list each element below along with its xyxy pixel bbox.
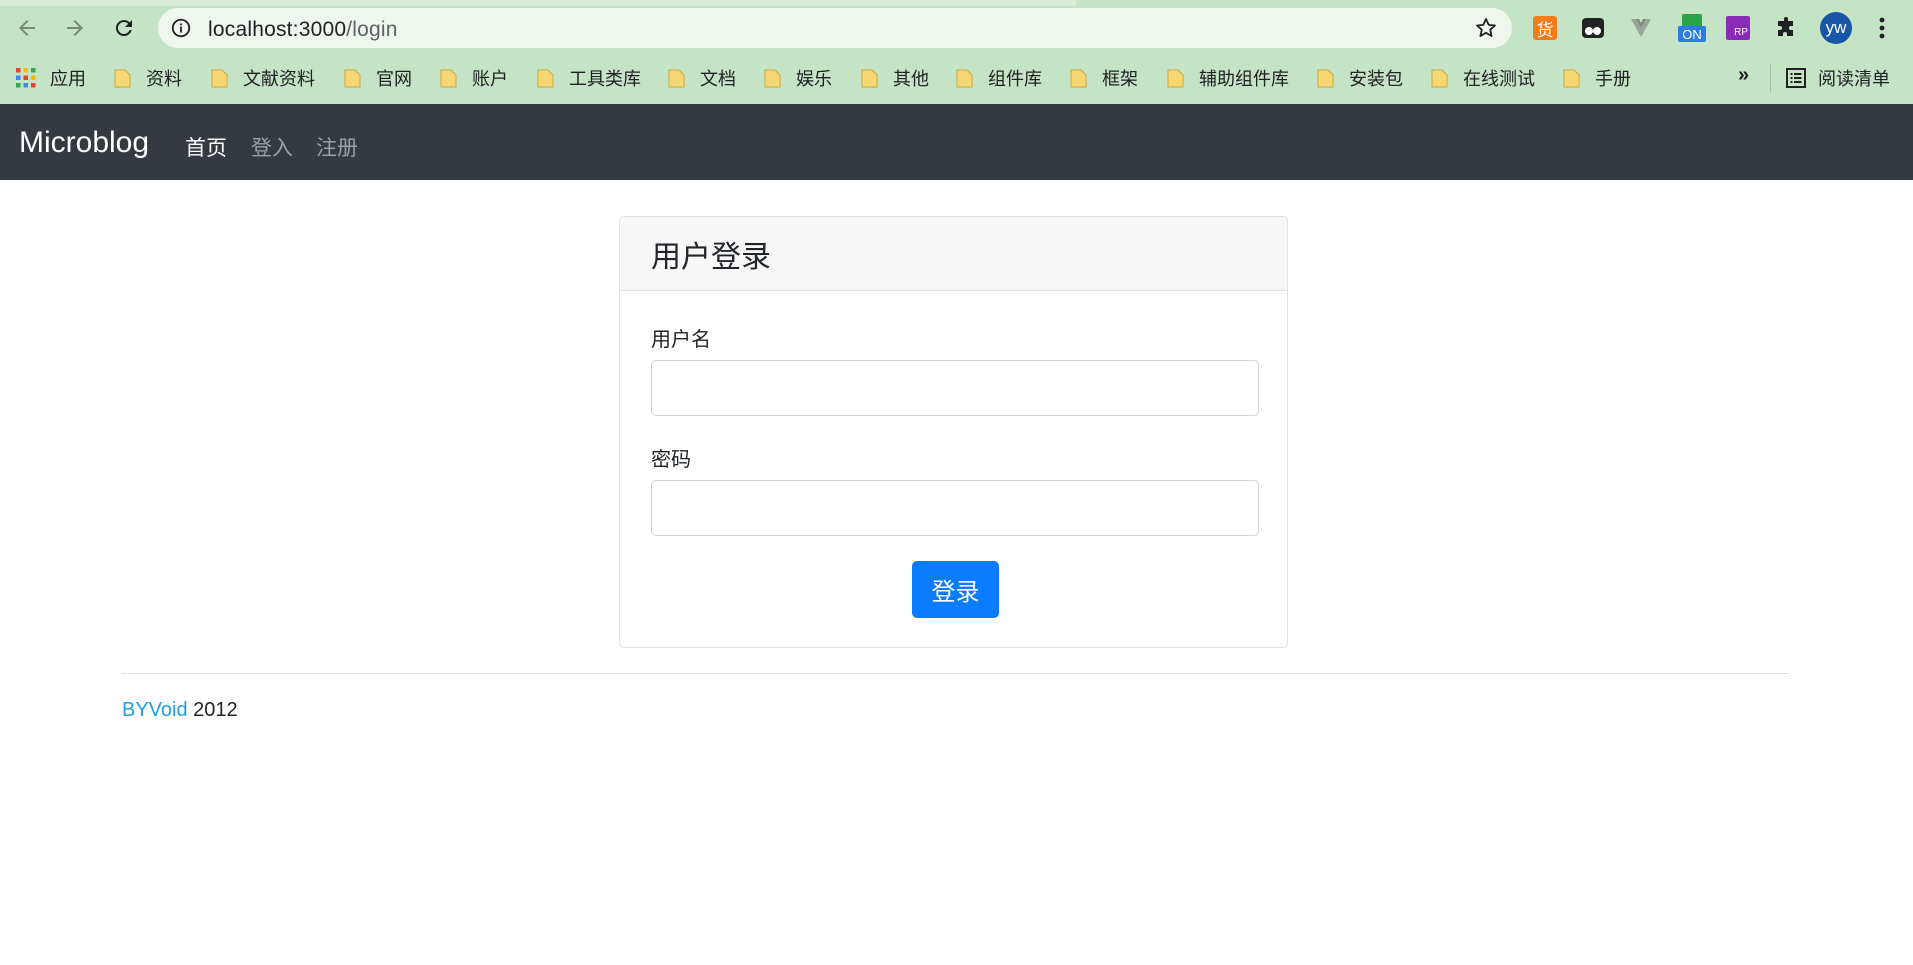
bookmarks-divider: [1770, 64, 1771, 92]
more-vert-icon[interactable]: [1870, 14, 1894, 42]
bookmark-label: 文献资料: [243, 69, 315, 89]
folder-icon: [1317, 69, 1334, 88]
forward-button[interactable]: [59, 12, 91, 44]
url-host: localhost:3000: [208, 18, 347, 41]
tampermonkey-icon[interactable]: [1579, 14, 1607, 42]
bookmark-label: 账户: [472, 69, 508, 89]
on-extension-icon[interactable]: ON: [1675, 14, 1709, 42]
password-input[interactable]: [651, 480, 1259, 536]
on-extension-label: ON: [1678, 26, 1706, 42]
bookmark-folder[interactable]: 账户: [440, 64, 508, 92]
puzzle-icon: [1778, 17, 1793, 36]
folder-icon: [114, 69, 131, 88]
folder-icon: [956, 69, 973, 88]
back-button[interactable]: [11, 12, 43, 44]
folder-icon: [537, 69, 554, 88]
folder-icon: [1070, 69, 1087, 88]
bookmark-folder[interactable]: 辅助组件库: [1167, 64, 1289, 92]
profile-avatar[interactable]: yw: [1820, 12, 1852, 44]
bookmark-folder[interactable]: 官网: [344, 64, 412, 92]
bookmark-folder[interactable]: 组件库: [956, 64, 1042, 92]
extensions-button[interactable]: [1772, 14, 1800, 42]
folder-icon: [861, 69, 878, 88]
huo-extension-label: 货: [1533, 16, 1557, 40]
bookmarks-bar: 应用 资料 文献资料 官网 账户 工具类库 文档 娱乐 其他 组件库 框架 辅助…: [0, 58, 1913, 98]
username-label: 用户名: [651, 329, 711, 351]
folder-icon: [764, 69, 781, 88]
folder-icon: [668, 69, 685, 88]
bookmark-folder[interactable]: 框架: [1070, 64, 1138, 92]
url-path: /login: [346, 18, 398, 41]
apps-grid-icon: [16, 68, 36, 88]
bookmark-label: 手册: [1595, 69, 1631, 89]
bookmark-label: 文档: [700, 69, 736, 89]
folder-icon: [440, 69, 457, 88]
password-label: 密码: [651, 449, 691, 471]
folder-icon: [344, 69, 361, 88]
nav-link-home[interactable]: 首页: [185, 132, 227, 162]
bookmark-folder[interactable]: 其他: [861, 64, 929, 92]
bookmark-label: 娱乐: [796, 69, 832, 89]
arrow-left-icon: [19, 20, 35, 36]
bookmark-apps[interactable]: 应用: [16, 64, 86, 92]
folder-icon: [1431, 69, 1448, 88]
vue-logo-icon: [1631, 19, 1651, 37]
bookmark-folder[interactable]: 文档: [668, 64, 736, 92]
footer-divider: [122, 673, 1789, 674]
bookmark-label: 组件库: [988, 69, 1042, 89]
login-card-header: 用户登录: [620, 217, 1287, 291]
nav-link-register[interactable]: 注册: [316, 132, 358, 162]
footer-author-link[interactable]: BYVoid: [122, 699, 188, 721]
bookmark-label: 资料: [146, 69, 182, 89]
address-bar[interactable]: localhost:3000/login: [158, 8, 1512, 48]
bookmark-folder[interactable]: 资料: [114, 64, 182, 92]
footer-year: 2012: [187, 699, 238, 721]
bookmark-label: 辅助组件库: [1199, 69, 1289, 89]
bookmark-label: 框架: [1102, 69, 1138, 89]
tampermonkey-glyph-icon: [1582, 18, 1604, 38]
browser-chrome: localhost:3000/login 货 ON RP yw 应用 资料 文献…: [0, 0, 1913, 104]
bookmark-folder[interactable]: 安装包: [1317, 64, 1403, 92]
bookmark-label: 其他: [893, 69, 929, 89]
bookmark-folder[interactable]: 文献资料: [211, 64, 315, 92]
arrow-right-icon: [67, 20, 83, 36]
bookmark-star-icon[interactable]: [1474, 16, 1498, 40]
bookmark-label: 应用: [50, 69, 86, 89]
rp-extension-label: RP: [1726, 16, 1750, 40]
bookmark-folder[interactable]: 工具类库: [537, 64, 641, 92]
bookmark-folder[interactable]: 在线测试: [1431, 64, 1535, 92]
site-navbar: Microblog 首页 登入 注册: [0, 104, 1913, 180]
folder-icon: [1167, 69, 1184, 88]
reading-list-label: 阅读清单: [1818, 69, 1890, 89]
bookmark-folder[interactable]: 手册: [1563, 64, 1631, 92]
footer: BYVoid 2012: [122, 699, 238, 722]
reload-button[interactable]: [108, 12, 140, 44]
folder-icon: [1563, 69, 1580, 88]
username-input[interactable]: [651, 360, 1259, 416]
huo-extension-icon[interactable]: 货: [1531, 14, 1559, 42]
on-extension-badge: ON: [1676, 12, 1708, 44]
url-text[interactable]: localhost:3000/login: [208, 18, 398, 42]
vue-devtools-icon[interactable]: [1627, 14, 1655, 42]
reading-list-button[interactable]: 阅读清单: [1786, 64, 1890, 92]
reload-icon: [115, 20, 132, 37]
bookmark-label: 工具类库: [569, 69, 641, 89]
bookmarks-overflow-button[interactable]: »: [1738, 64, 1749, 87]
reading-list-icon: [1786, 68, 1806, 88]
login-card: 用户登录 用户名 密码 登录: [619, 216, 1288, 648]
bookmark-label: 在线测试: [1463, 69, 1535, 89]
login-title: 用户登录: [651, 240, 771, 274]
info-icon[interactable]: [170, 17, 192, 39]
bookmark-label: 安装包: [1349, 69, 1403, 89]
login-submit-button[interactable]: 登录: [912, 561, 999, 618]
browser-toolbar: localhost:3000/login 货 ON RP yw: [0, 6, 1913, 50]
nav-link-login[interactable]: 登入: [251, 132, 293, 162]
bookmark-label: 官网: [376, 69, 412, 89]
folder-icon: [211, 69, 228, 88]
brand-link[interactable]: Microblog: [19, 126, 149, 160]
rp-extension-icon[interactable]: RP: [1724, 14, 1752, 42]
bookmark-folder[interactable]: 娱乐: [764, 64, 832, 92]
